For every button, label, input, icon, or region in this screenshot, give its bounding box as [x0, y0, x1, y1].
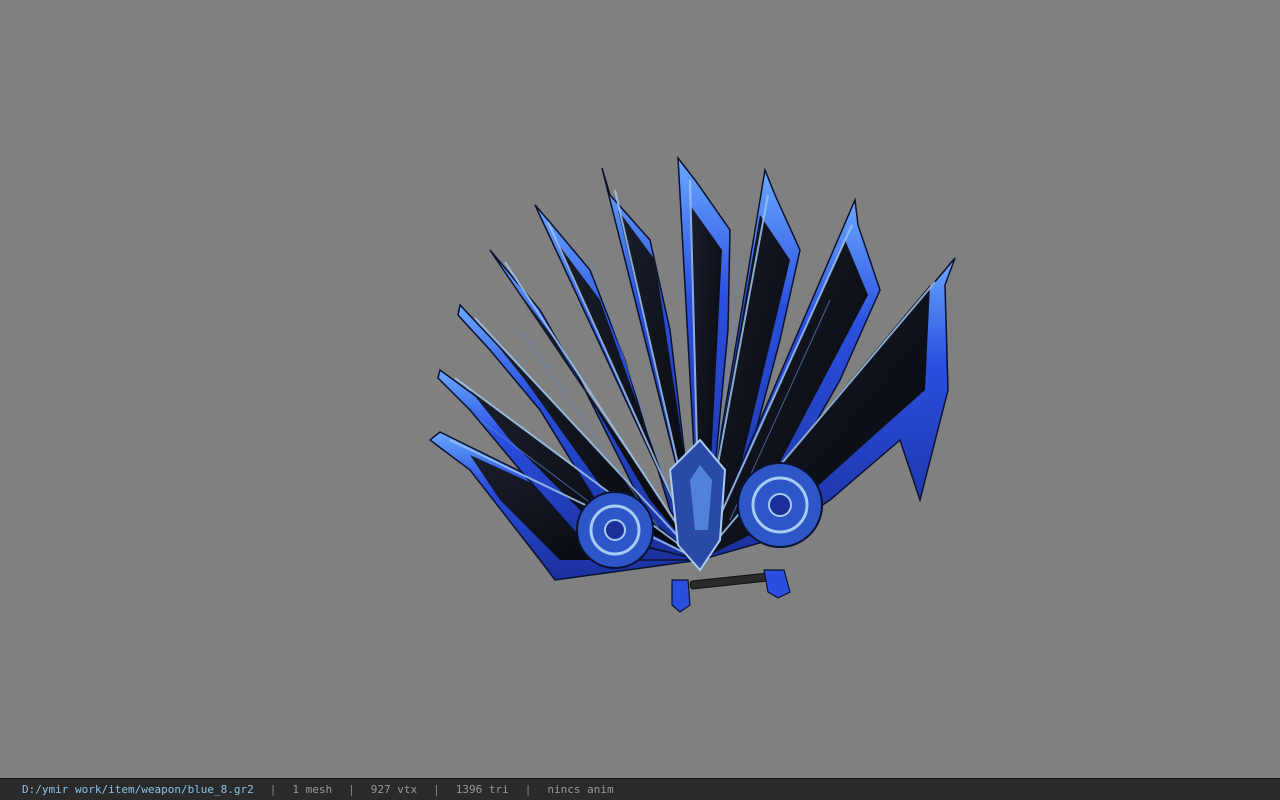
- 3d-viewport[interactable]: [0, 0, 1280, 778]
- separator: |: [524, 783, 532, 796]
- fan-handle: [671, 569, 791, 613]
- separator: |: [269, 783, 277, 796]
- animation-status: nincs anim: [547, 783, 614, 796]
- separator: |: [433, 783, 440, 796]
- fan-weapon-model: [428, 155, 956, 613]
- model-path: D:/ymir work/item/weapon/blue_8.gr2: [22, 783, 254, 796]
- separator: |: [348, 783, 355, 796]
- vertex-count: 927 vtx: [370, 783, 418, 796]
- triangle-count: 1396 tri: [455, 783, 509, 796]
- status-bar: D:/ymir work/item/weapon/blue_8.gr2 | 1 …: [0, 778, 1280, 800]
- mesh-count: 1 mesh: [292, 783, 333, 796]
